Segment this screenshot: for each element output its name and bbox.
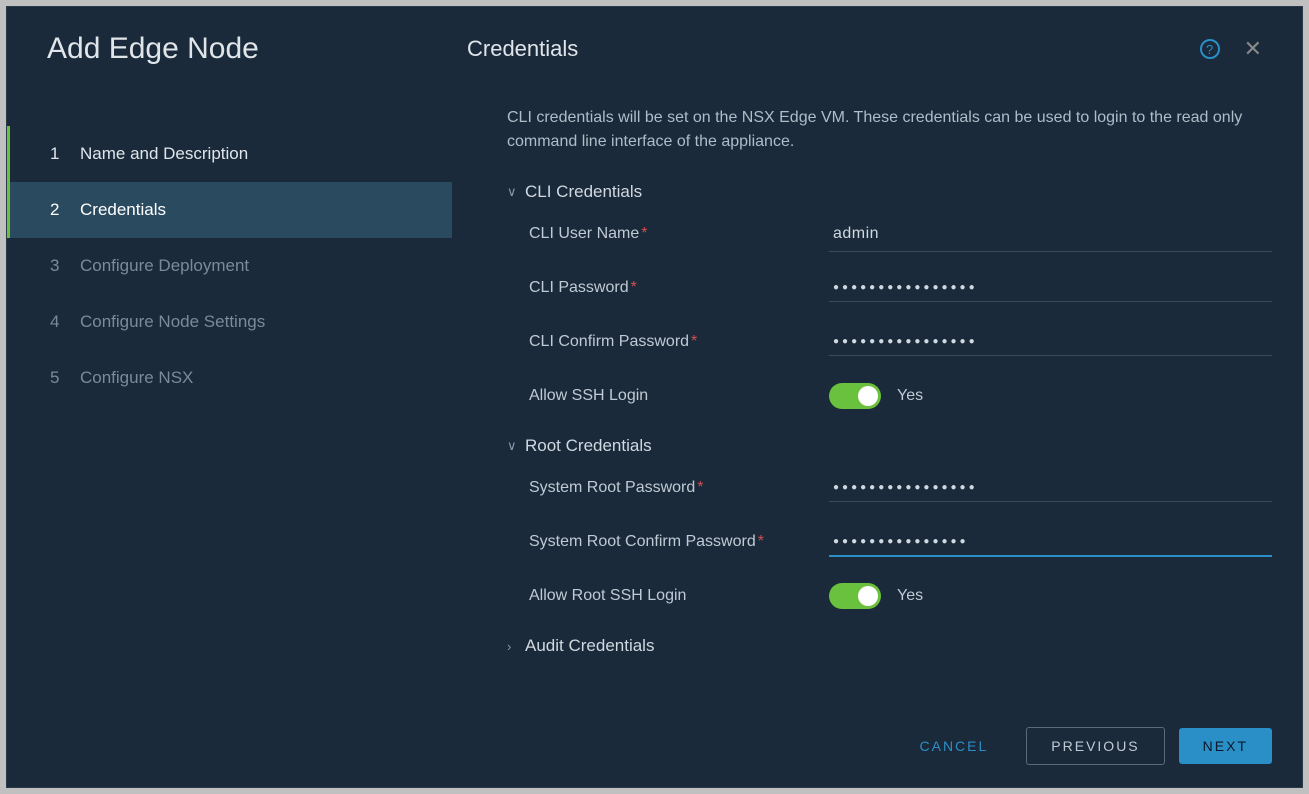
panel-header: Credentials ? ✕ [467, 36, 1262, 62]
cli-username-input[interactable] [829, 217, 1272, 252]
dialog-body: 1 Name and Description 2 Credentials 3 C… [7, 76, 1302, 787]
step-configure-nsx[interactable]: 5 Configure NSX [7, 350, 452, 406]
close-icon[interactable]: ✕ [1244, 36, 1262, 62]
step-label: Configure NSX [80, 368, 193, 388]
field-label: Allow SSH Login [529, 387, 648, 404]
root-credentials-section[interactable]: ∨ Root Credentials [507, 436, 1272, 456]
step-number: 5 [50, 368, 80, 388]
help-icon[interactable]: ? [1200, 39, 1220, 59]
wizard-steps: 1 Name and Description 2 Credentials 3 C… [7, 76, 452, 787]
step-label: Credentials [80, 200, 166, 220]
field-label: CLI Password [529, 279, 629, 296]
field-label: CLI Confirm Password [529, 333, 689, 350]
required-marker: * [697, 479, 703, 496]
allow-ssh-row: Allow SSH Login Yes [529, 374, 1272, 418]
dialog-header: Add Edge Node Credentials ? ✕ [7, 7, 1302, 76]
cli-password-input[interactable] [829, 274, 1272, 302]
field-label: System Root Password [529, 479, 695, 496]
allow-ssh-toggle[interactable] [829, 383, 881, 409]
step-number: 1 [50, 144, 80, 164]
step-configure-node-settings[interactable]: 4 Configure Node Settings [7, 294, 452, 350]
toggle-value: Yes [897, 587, 923, 605]
chevron-down-icon: ∨ [507, 438, 525, 454]
cli-credentials-section[interactable]: ∨ CLI Credentials [507, 182, 1272, 202]
chevron-down-icon: ∨ [507, 184, 525, 200]
step-number: 4 [50, 312, 80, 332]
content-panel: CLI credentials will be set on the NSX E… [452, 76, 1302, 787]
field-label: Allow Root SSH Login [529, 587, 686, 604]
section-title: Root Credentials [525, 436, 652, 456]
field-label: CLI User Name [529, 225, 639, 242]
step-name-description[interactable]: 1 Name and Description [7, 126, 452, 182]
section-title: CLI Credentials [525, 182, 642, 202]
cli-confirm-password-input[interactable] [829, 328, 1272, 356]
chevron-right-icon: › [507, 639, 525, 654]
cli-username-row: CLI User Name* [529, 212, 1272, 256]
panel-title: Credentials [467, 36, 578, 62]
next-button[interactable]: NEXT [1179, 728, 1272, 764]
credentials-description: CLI credentials will be set on the NSX E… [507, 106, 1272, 154]
step-label: Configure Deployment [80, 256, 249, 276]
step-label: Configure Node Settings [80, 312, 265, 332]
required-marker: * [758, 533, 764, 550]
previous-button[interactable]: PREVIOUS [1026, 727, 1164, 765]
field-label: System Root Confirm Password [529, 533, 756, 550]
section-title: Audit Credentials [525, 636, 654, 656]
allow-root-ssh-toggle[interactable] [829, 583, 881, 609]
step-number: 3 [50, 256, 80, 276]
allow-root-ssh-row: Allow Root SSH Login Yes [529, 574, 1272, 618]
root-confirm-password-input[interactable] [829, 528, 1272, 557]
required-marker: * [691, 333, 697, 350]
step-configure-deployment[interactable]: 3 Configure Deployment [7, 238, 452, 294]
add-edge-node-dialog: Add Edge Node Credentials ? ✕ 1 Name and… [6, 6, 1303, 788]
root-password-row: System Root Password* [529, 466, 1272, 510]
scroll-area[interactable]: CLI credentials will be set on the NSX E… [452, 106, 1302, 705]
required-marker: * [631, 279, 637, 296]
toggle-value: Yes [897, 387, 923, 405]
dialog-title: Add Edge Node [47, 32, 467, 66]
step-credentials[interactable]: 2 Credentials [7, 182, 452, 238]
step-label: Name and Description [80, 144, 248, 164]
dialog-footer: CANCEL PREVIOUS NEXT [452, 705, 1302, 787]
cancel-button[interactable]: CANCEL [896, 728, 1013, 764]
root-confirm-password-row: System Root Confirm Password* [529, 520, 1272, 564]
audit-credentials-section[interactable]: › Audit Credentials [507, 636, 1272, 656]
step-number: 2 [50, 200, 80, 220]
cli-confirm-password-row: CLI Confirm Password* [529, 320, 1272, 364]
root-password-input[interactable] [829, 474, 1272, 502]
required-marker: * [641, 225, 647, 242]
cli-password-row: CLI Password* [529, 266, 1272, 310]
